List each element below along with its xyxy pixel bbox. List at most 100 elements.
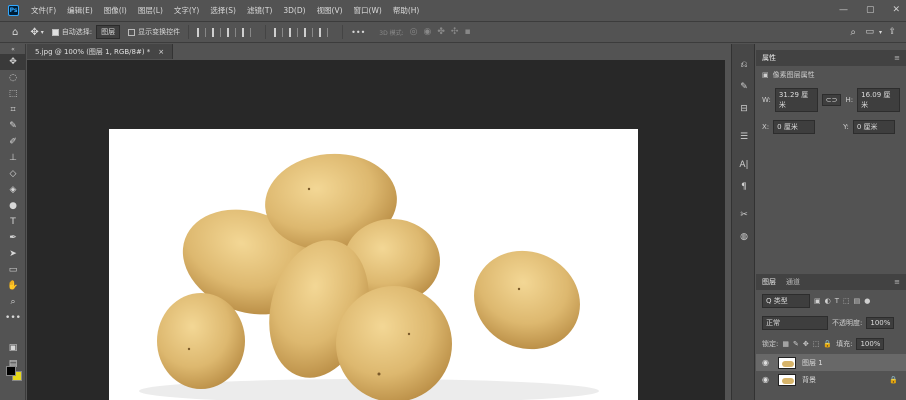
type-tool-icon[interactable]: T [0, 214, 26, 230]
menu-layer[interactable]: 图层(L) [138, 5, 163, 16]
brush-tool-icon[interactable]: ✐ [0, 134, 26, 150]
x-field[interactable]: 0 厘米 [773, 120, 816, 134]
layer-item[interactable]: ◉ 图层 1 [756, 354, 906, 371]
dodge-tool-icon[interactable]: ● [0, 198, 26, 214]
zoom-tool-icon[interactable]: ⌕ [0, 294, 26, 310]
filter-adjust-icon[interactable]: ◐ [825, 297, 831, 305]
roll-3d-icon[interactable]: ◉ [424, 27, 432, 37]
menu-view[interactable]: 视图(V) [317, 5, 343, 16]
move-tool-icon[interactable]: ✥ [0, 54, 26, 70]
foreground-color-swatch[interactable] [6, 366, 16, 376]
lock-paint-icon[interactable]: ✎ [793, 340, 799, 348]
menu-edit[interactable]: 编辑(E) [67, 5, 93, 16]
document-image[interactable] [109, 129, 638, 400]
distribute-top-icon[interactable] [274, 27, 284, 37]
lock-all-icon[interactable]: 🔒 [823, 340, 832, 348]
panel-menu-icon[interactable]: ≡ [894, 54, 900, 62]
link-icon[interactable]: ⊂⊃ [821, 94, 842, 106]
channels-tab[interactable]: 通道 [786, 277, 800, 287]
more-tools-icon[interactable]: ••• [0, 310, 26, 326]
paragraph-icon[interactable]: ¶ [732, 176, 756, 198]
distribute-middle-icon[interactable] [289, 27, 299, 37]
tools-settings-icon[interactable]: ✂ [732, 204, 756, 226]
menu-bar: Ps 文件(F) 编辑(E) 图像(I) 图层(L) 文字(Y) 选择(S) 滤… [0, 0, 906, 20]
menu-select[interactable]: 选择(S) [210, 5, 236, 16]
lock-artboard-icon[interactable]: ⬚ [813, 340, 820, 348]
lock-pixels-icon[interactable]: ▦ [782, 340, 789, 348]
adjustments-icon[interactable]: ⊟ [732, 98, 756, 120]
properties-tab[interactable]: 属性 [762, 53, 776, 63]
menu-filter[interactable]: 滤镜(T) [247, 5, 272, 16]
chevron-down-icon[interactable]: ▾ [41, 29, 44, 36]
auto-select-checkbox[interactable] [51, 28, 59, 36]
lock-position-icon[interactable]: ✥ [803, 340, 809, 348]
filter-smart-icon[interactable]: ▤ [854, 297, 861, 305]
distribute-bottom-icon[interactable] [304, 27, 314, 37]
move-tool-icon[interactable]: ✥ [30, 27, 38, 38]
slide-3d-icon[interactable]: ✣ [451, 27, 459, 37]
lasso-tool-icon[interactable]: ◌ [0, 70, 26, 86]
document-tab[interactable]: 5.jpg @ 100% (图层 1, RGB/8#) * × [27, 44, 174, 59]
menu-file[interactable]: 文件(F) [31, 5, 56, 16]
filter-toggle-icon[interactable]: ● [864, 297, 870, 305]
layers-tab[interactable]: 图层 [762, 277, 776, 287]
distribute-spacing-icon[interactable] [319, 27, 329, 37]
filter-type-icon[interactable]: T [835, 297, 839, 305]
libraries-icon[interactable]: ☰ [732, 126, 756, 148]
character-icon[interactable]: A| [732, 154, 756, 176]
object-select-tool-icon[interactable]: ⬚ [0, 86, 26, 102]
close-button[interactable]: ✕ [892, 5, 900, 15]
y-field[interactable]: 0 厘米 [852, 120, 895, 134]
opacity-field[interactable]: 100% [866, 317, 895, 329]
maximize-button[interactable]: ▢ [866, 5, 875, 15]
width-field[interactable]: 31.29 厘米 [774, 88, 818, 112]
quick-mask-icon[interactable]: ▣ [0, 340, 26, 356]
crop-tool-icon[interactable]: ⌗ [0, 102, 26, 118]
align-center-icon[interactable] [212, 27, 222, 37]
chevron-down-icon[interactable]: ▾ [879, 29, 882, 36]
workspace-icon[interactable]: ▭ [865, 27, 874, 37]
menu-type[interactable]: 文字(Y) [174, 5, 199, 16]
pen-tool-icon[interactable]: ✒ [0, 230, 26, 246]
filter-shape-icon[interactable]: ⬚ [843, 297, 850, 305]
layer-item[interactable]: ◉ 背景 🔒 [756, 371, 906, 388]
height-field[interactable]: 16.09 厘米 [857, 88, 900, 112]
panel-menu-icon[interactable]: ≡ [894, 278, 900, 286]
filter-pixel-icon[interactable]: ▣ [814, 297, 821, 305]
more-options-button[interactable]: ••• [351, 28, 365, 37]
rectangle-tool-icon[interactable]: ▭ [0, 262, 26, 278]
history-icon[interactable]: ⎌ [732, 54, 756, 76]
menu-3d[interactable]: 3D(D) [283, 6, 305, 15]
brush-settings-icon[interactable]: ✎ [732, 76, 756, 98]
layer-kind-dropdown[interactable]: Q 类型 [762, 294, 810, 308]
minimize-button[interactable]: — [839, 5, 848, 15]
panel-collapse-icon[interactable]: « [0, 44, 26, 54]
align-top-icon[interactable] [242, 27, 252, 37]
paint-bucket-tool-icon[interactable]: ◈ [0, 182, 26, 198]
scale-3d-icon[interactable]: ▪ [464, 27, 470, 37]
close-icon[interactable]: × [158, 48, 164, 56]
align-right-icon[interactable] [227, 27, 237, 37]
visibility-eye-icon[interactable]: ◉ [762, 375, 772, 384]
align-left-icon[interactable] [197, 27, 207, 37]
show-transform-checkbox[interactable] [128, 28, 136, 36]
menu-window[interactable]: 窗口(W) [354, 5, 382, 16]
blend-mode-dropdown[interactable]: 正常 [762, 316, 828, 330]
home-icon[interactable]: ⌂ [12, 27, 18, 38]
stamp-tool-icon[interactable]: ⊥ [0, 150, 26, 166]
share-icon[interactable]: ⇪ [888, 27, 896, 37]
visibility-eye-icon[interactable]: ◉ [762, 358, 772, 367]
canvas-area[interactable] [27, 60, 725, 400]
search-icon[interactable]: ⌕ [850, 27, 856, 38]
orbit-3d-icon[interactable]: ◎ [410, 27, 418, 37]
menu-image[interactable]: 图像(I) [104, 5, 127, 16]
menu-help[interactable]: 帮助(H) [393, 5, 420, 16]
pan-3d-icon[interactable]: ✤ [437, 27, 445, 37]
hand-tool-icon[interactable]: ✋ [0, 278, 26, 294]
fill-field[interactable]: 100% [856, 338, 885, 350]
3d-icon[interactable]: ◍ [732, 226, 756, 248]
eyedropper-tool-icon[interactable]: ✎ [0, 118, 26, 134]
path-select-tool-icon[interactable]: ➤ [0, 246, 26, 262]
eraser-tool-icon[interactable]: ◇ [0, 166, 26, 182]
auto-select-dropdown[interactable]: 图层 [96, 25, 121, 39]
